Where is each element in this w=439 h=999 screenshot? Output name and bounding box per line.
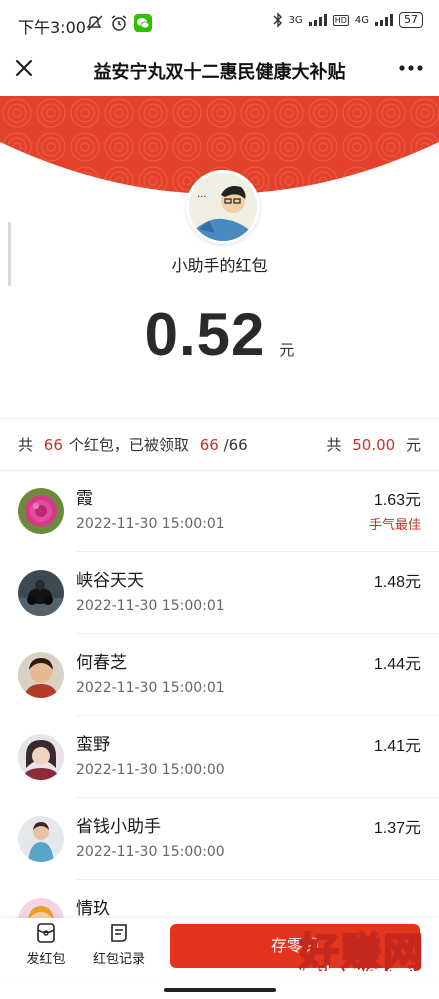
status-bar: 下午3:00 3G HD 4G 57 [0, 0, 439, 44]
red-packet-history-label: 红包记录 [92, 952, 145, 967]
bottom-bar: 发红包 红包记录 存零钱 [0, 918, 439, 978]
claim-amount: 1.48元 [373, 574, 421, 591]
summary-total-count: /66 [223, 436, 248, 454]
user-avatar [18, 816, 64, 862]
network-4g-label: 4G [354, 14, 369, 26]
user-name: 情玖 [76, 899, 110, 919]
alarm-icon [111, 15, 127, 31]
network-3g-label: 3G [288, 14, 303, 26]
claim-time: 2022-11-30 15:00:01 [76, 680, 225, 696]
claim-time: 2022-11-30 15:00:01 [76, 598, 225, 614]
red-packet-history-button[interactable]: 红包记录 [88, 922, 150, 967]
send-red-packet-label: 发红包 [26, 952, 66, 967]
summary-right-unit: 元 [405, 436, 421, 454]
claim-amount: 1.63元 [373, 492, 421, 509]
status-right: 3G HD 4G 57 [273, 12, 423, 28]
summary-claimed-value: 66 [199, 436, 219, 454]
send-red-packet-button[interactable]: 发红包 [20, 922, 72, 967]
summary-amount: 共 50.00 元 [326, 434, 421, 455]
page-title: 益安宁丸双十二惠民健康大补贴 [93, 62, 346, 83]
summary-mid: 个红包，已被领取 [68, 436, 189, 454]
hd-label: HD [332, 14, 349, 26]
more-icon[interactable] [397, 56, 425, 80]
record-icon [111, 924, 127, 942]
amount-unit: 元 [279, 341, 295, 359]
signal-icon [375, 14, 393, 26]
user-avatar [18, 488, 64, 534]
best-luck-badge: 手气最佳 [368, 518, 421, 533]
summary-prefix: 共 [18, 436, 34, 454]
list-item[interactable]: 省钱小助手 2022-11-30 15:00:00 1.37元 [0, 798, 439, 880]
mute-icon [86, 15, 103, 31]
user-name: 霞 [76, 489, 93, 509]
summary-count: 共 66 个红包，已被领取 66 /66 [18, 434, 248, 455]
claim-time: 2022-11-30 15:00:00 [76, 762, 225, 778]
list-item[interactable]: 何春芝 2022-11-30 15:00:01 1.44元 [0, 634, 439, 716]
user-avatar [18, 652, 64, 698]
status-time: 下午3:00 [18, 18, 86, 37]
summary-count-value: 66 [43, 436, 63, 454]
list-item[interactable]: 峡谷天天 2022-11-30 15:00:01 1.48元 [0, 552, 439, 634]
user-name: 峡谷天天 [76, 571, 144, 591]
save-to-balance-button[interactable]: 存零钱 [170, 924, 420, 968]
claim-amount: 1.44元 [373, 656, 421, 673]
claim-time: 2022-11-30 15:00:00 [76, 844, 225, 860]
signal-icon [308, 14, 327, 26]
claim-amount: 1.37元 [373, 820, 421, 837]
status-left-icons [86, 14, 152, 32]
user-name: 蛮野 [76, 735, 110, 755]
svg-text:...: ... [197, 189, 207, 200]
claim-time: 2022-11-30 15:00:01 [76, 516, 225, 532]
red-packet-icon [37, 923, 55, 943]
bluetooth-icon [273, 12, 282, 28]
user-name: 省钱小助手 [76, 817, 161, 837]
sender-name: 小助手的红包 [171, 256, 268, 275]
claim-amount: 1.41元 [373, 738, 421, 755]
summary-bar: 共 66 个红包，已被领取 66 /66 共 50.00 元 [0, 418, 439, 470]
sender-avatar: ... [186, 170, 260, 244]
summary-total-amount: 50.00 [352, 436, 396, 454]
nav-bar: 益安宁丸双十二惠民健康大补贴 [0, 44, 439, 96]
user-avatar [18, 734, 64, 780]
user-avatar [18, 570, 64, 616]
home-indicator [164, 988, 276, 992]
wechat-icon [134, 14, 152, 32]
user-name: 何春芝 [76, 653, 127, 673]
list-item[interactable]: 霞 2022-11-30 15:00:01 1.63元 手气最佳 [0, 470, 439, 552]
summary-right-prefix: 共 [326, 436, 342, 454]
received-amount: 0.52 元 [0, 300, 439, 369]
battery-indicator: 57 [399, 12, 423, 28]
amount-value: 0.52 [144, 301, 266, 368]
list-item[interactable]: 蛮野 2022-11-30 15:00:00 1.41元 [0, 716, 439, 798]
